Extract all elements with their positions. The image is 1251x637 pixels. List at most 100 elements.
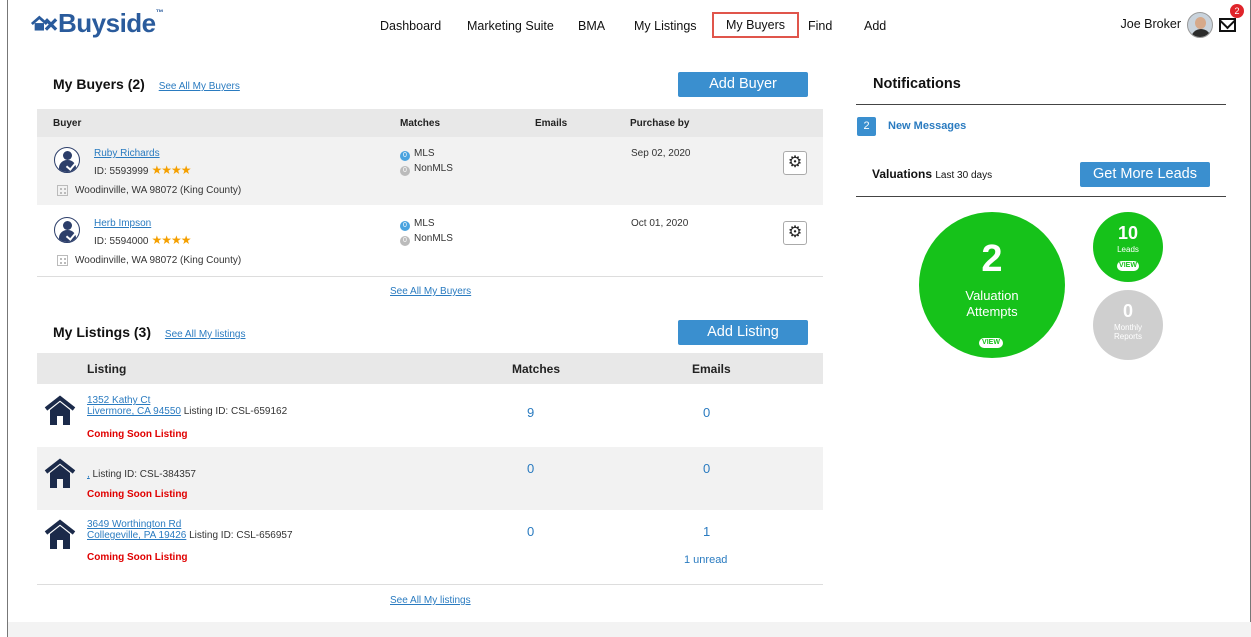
mls-matches[interactable]: 0 MLS <box>400 148 435 161</box>
building-icon <box>57 255 68 266</box>
nav-bma[interactable]: BMA <box>578 19 605 33</box>
building-icon <box>57 185 68 196</box>
listing-city-link[interactable]: Livermore, CA 94550 <box>87 406 181 417</box>
listing-matches[interactable]: 9 <box>527 405 534 420</box>
listing-city-link[interactable]: Collegeville, PA 19426 <box>87 530 186 541</box>
house-icon <box>44 395 76 425</box>
notifications-title: Notifications <box>873 76 961 92</box>
valuation-attempts-circle[interactable]: 2 Valuation Attempts VIEW <box>919 212 1065 358</box>
nav-my-buyers[interactable]: My Buyers <box>712 12 800 38</box>
listing-row: 1352 Kathy Ct Livermore, CA 94550 Listin… <box>37 384 823 447</box>
buyer-id: ID: 5594000 ★★★★ <box>94 233 192 247</box>
logo-text: Buyside <box>58 8 156 38</box>
nav-marketing-suite[interactable]: Marketing Suite <box>467 19 554 33</box>
nonmls-count-badge: 0 <box>400 166 410 176</box>
listing-matches[interactable]: 0 <box>527 524 534 539</box>
add-listing-button[interactable]: Add Listing <box>678 320 808 345</box>
divider <box>37 276 823 277</box>
listing-emails[interactable]: 0 <box>703 405 710 420</box>
listing-street-link[interactable]: 3649 Worthington Rd <box>87 519 181 530</box>
buyer-name-link[interactable]: Ruby Richards <box>94 148 160 159</box>
col-matches: Matches <box>400 118 441 129</box>
nonmls-matches[interactable]: 0 NonMLS <box>400 163 453 176</box>
see-all-buyers-footer-link[interactable]: See All My Buyers <box>390 286 471 297</box>
divider <box>856 104 1226 105</box>
view-attempts-button[interactable]: VIEW <box>979 338 1003 348</box>
listing-city: Livermore, CA 94550 Listing ID: CSL-6591… <box>87 406 288 417</box>
buyer-row: Ruby Richards ID: 5593999 ★★★★ Woodinvill… <box>37 137 823 205</box>
listing-street-link[interactable]: 1352 Kathy Ct <box>87 395 150 406</box>
reports-count: 0 <box>1122 301 1133 321</box>
new-messages-link[interactable]: New Messages <box>888 120 966 132</box>
mls-count-badge: 0 <box>400 221 410 231</box>
listing-emails[interactable]: 0 <box>703 461 710 476</box>
rating-stars: ★★★★ <box>151 163 192 177</box>
listing-matches[interactable]: 0 <box>527 461 534 476</box>
leads-circle[interactable]: 10 Leads VIEW <box>1093 212 1163 282</box>
col-emails: Emails <box>692 362 731 376</box>
nonmls-count-badge: 0 <box>400 236 410 246</box>
nonmls-matches[interactable]: 0 NonMLS <box>400 233 453 246</box>
buyside-logo[interactable]: Buyside ™ <box>30 8 164 39</box>
avatar[interactable] <box>1187 12 1213 38</box>
add-buyer-button[interactable]: Add Buyer <box>678 72 808 97</box>
buyers-title: My Buyers (2) <box>53 76 145 92</box>
listing-row: 3649 Worthington Rd Collegeville, PA 194… <box>37 510 823 573</box>
purchase-by-date: Sep 02, 2020 <box>631 148 691 159</box>
col-buyer: Buyer <box>53 118 82 129</box>
mail-icon[interactable] <box>1219 18 1236 32</box>
divider <box>856 196 1226 197</box>
purchase-by-date: Oct 01, 2020 <box>631 218 689 229</box>
logo-house-icon <box>30 15 58 31</box>
buyers-table-header: Buyer Matches Emails Purchase by <box>37 109 823 137</box>
mls-matches[interactable]: 0 MLS <box>400 218 435 231</box>
bottom-bar <box>8 622 1251 637</box>
see-all-listings-link[interactable]: See All My listings <box>165 329 246 340</box>
listing-status: Coming Soon Listing <box>87 552 188 563</box>
unread-count-link[interactable]: 1 unread <box>684 554 727 566</box>
rating-stars: ★★★★ <box>151 233 192 247</box>
buyer-row: Herb Impson ID: 5594000 ★★★★ Woodinville,… <box>37 207 823 275</box>
reports-label: Monthly Reports <box>1113 323 1142 341</box>
listing-status: Coming Soon Listing <box>87 489 188 500</box>
nav-dashboard[interactable]: Dashboard <box>380 19 441 33</box>
nav-add[interactable]: Add <box>864 19 886 33</box>
divider <box>37 584 823 585</box>
listing-city: Collegeville, PA 19426 Listing ID: CSL-6… <box>87 530 293 541</box>
message-count-badge[interactable]: 2 <box>857 117 876 136</box>
house-icon <box>44 458 76 488</box>
col-emails: Emails <box>535 118 568 129</box>
listing-emails[interactable]: 1 <box>703 524 710 539</box>
get-more-leads-button[interactable]: Get More Leads <box>1080 162 1210 187</box>
valuations-period: Last 30 days <box>935 170 993 181</box>
nav-find[interactable]: Find <box>808 19 832 33</box>
see-all-buyers-link[interactable]: See All My Buyers <box>159 81 240 92</box>
buyer-verified-icon <box>54 147 80 173</box>
valuations-title: Valuations Last 30 days <box>872 167 993 181</box>
buyer-verified-icon <box>54 217 80 243</box>
top-header: Buyside ™ Dashboard Marketing Suite BMA … <box>0 0 1251 52</box>
listing-status: Coming Soon Listing <box>87 429 188 440</box>
buyer-location: Woodinville, WA 98072 (King County) <box>75 185 242 196</box>
buyer-name-link[interactable]: Herb Impson <box>94 218 151 229</box>
see-all-listings-footer-link[interactable]: See All My listings <box>390 595 471 606</box>
col-listing: Listing <box>87 362 127 376</box>
listings-section-title: My Listings (3) See All My listings <box>53 324 246 340</box>
mail-count-badge: 2 <box>1230 4 1244 18</box>
nav-my-listings[interactable]: My Listings <box>634 19 697 33</box>
monthly-reports-circle[interactable]: 0 Monthly Reports <box>1093 290 1163 360</box>
buyer-id: ID: 5593999 ★★★★ <box>94 163 192 177</box>
listing-city: , Listing ID: CSL-384357 <box>87 469 196 480</box>
view-leads-button[interactable]: VIEW <box>1117 261 1139 271</box>
leads-count: 10 <box>1117 223 1139 243</box>
listings-table-header: Listing Matches Emails <box>37 353 823 384</box>
listing-row: , Listing ID: CSL-384357 Coming Soon Lis… <box>37 447 823 510</box>
buyers-section-title: My Buyers (2) See All My Buyers <box>53 76 240 92</box>
gear-icon[interactable]: ⚙ <box>783 221 807 245</box>
buyer-location: Woodinville, WA 98072 (King County) <box>75 255 242 266</box>
gear-icon[interactable]: ⚙ <box>783 151 807 175</box>
listings-title: My Listings (3) <box>53 324 152 340</box>
valuation-attempts-label: Valuation Attempts <box>965 288 1019 319</box>
user-name[interactable]: Joe Broker <box>1121 17 1181 31</box>
valuation-attempts-count: 2 <box>981 238 1003 280</box>
